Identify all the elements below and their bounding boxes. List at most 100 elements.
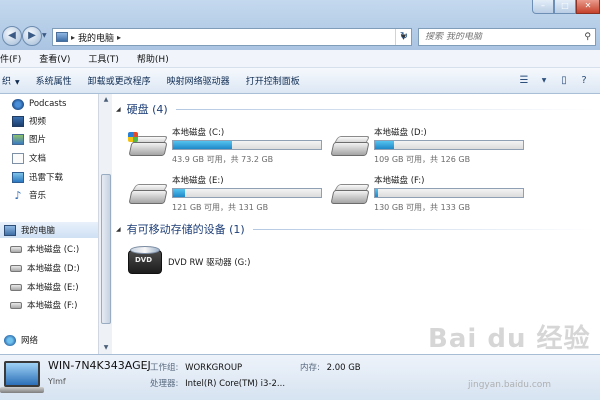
cpu-label: 处理器: bbox=[150, 379, 179, 389]
network-icon bbox=[4, 334, 16, 346]
chevron-right-icon[interactable]: ▸ bbox=[117, 33, 121, 42]
back-button[interactable]: ◀ bbox=[2, 26, 22, 46]
collapse-triangle-icon[interactable]: ◢ bbox=[116, 226, 121, 233]
hard-drive-icon bbox=[128, 184, 169, 206]
video-icon bbox=[12, 115, 24, 127]
baidu-watermark-logo: Bai du 经验 bbox=[428, 324, 591, 354]
search-input[interactable] bbox=[419, 32, 569, 42]
search-icon[interactable]: ⚲ bbox=[584, 32, 591, 42]
content-pane: ◢ 硬盘 (4) 本地磁盘 (C:) 43.9 GB 可用，共 73.2 GB … bbox=[112, 94, 600, 354]
dvd-icon-text: DVD bbox=[135, 256, 153, 264]
drive-free-space: 109 GB 可用，共 126 GB bbox=[374, 155, 471, 164]
breadcrumb-computer[interactable]: 我的电脑 bbox=[78, 31, 114, 44]
group-title: 硬盘 (4) bbox=[126, 103, 168, 116]
nav-item-podcasts[interactable]: Podcasts bbox=[0, 96, 98, 112]
details-pane: WIN-7N4K343AGEJ Ylmf 工作组: WORKGROUP 内存: … bbox=[0, 354, 600, 400]
nav-scrollbar[interactable]: ▲ ▼ bbox=[98, 94, 112, 354]
drive-free-space: 43.9 GB 可用，共 73.2 GB bbox=[172, 155, 274, 164]
refresh-icon[interactable]: ↻ bbox=[396, 29, 412, 45]
picture-icon bbox=[12, 133, 24, 145]
keyboard-icon bbox=[0, 387, 44, 393]
hard-drive-icon bbox=[128, 132, 169, 158]
address-bar[interactable]: ▸ 我的电脑 ▸ ▼ bbox=[52, 28, 412, 46]
minimize-icon: – bbox=[541, 1, 545, 10]
chevron-right-icon[interactable]: ▸ bbox=[71, 33, 75, 42]
disc-icon bbox=[130, 246, 160, 254]
drive-dvd[interactable]: DVD DVD RW 驱动器 (G:) bbox=[128, 246, 328, 278]
nav-item-label: 网络 bbox=[21, 336, 39, 346]
document-icon bbox=[12, 152, 24, 164]
minimize-button[interactable]: – bbox=[532, 0, 554, 14]
nav-item-videos[interactable]: 视频 bbox=[0, 113, 98, 129]
drive-name: 本地磁盘 (D:) bbox=[374, 128, 427, 138]
drive-name: DVD RW 驱动器 (G:) bbox=[168, 258, 251, 268]
view-options-icon[interactable]: ☰ bbox=[518, 75, 530, 87]
nav-item-downloads[interactable]: 迅雷下载 bbox=[0, 169, 98, 185]
view-dropdown-icon[interactable]: ▼ bbox=[538, 75, 550, 87]
hard-drive-icon bbox=[10, 283, 22, 291]
memory-label: 内存: bbox=[300, 363, 320, 373]
nav-item-label: Podcasts bbox=[29, 99, 67, 109]
recent-pages-dropdown[interactable]: ▼ bbox=[42, 32, 47, 39]
drive-c[interactable]: 本地磁盘 (C:) 43.9 GB 可用，共 73.2 GB bbox=[128, 124, 328, 168]
scroll-down-icon[interactable]: ▼ bbox=[101, 344, 111, 351]
close-button[interactable]: ✕ bbox=[576, 0, 600, 14]
nav-item-music[interactable]: ♪ 音乐 bbox=[0, 187, 98, 203]
title-bar: – □ ✕ ◀ ▶ ▼ ▸ 我的电脑 ▸ ▼ ↻ ⚲ bbox=[0, 0, 600, 50]
nav-item-label: 文档 bbox=[29, 154, 47, 164]
windows-logo-icon bbox=[128, 132, 138, 142]
chevron-down-icon: ▼ bbox=[15, 79, 20, 86]
system-properties-button[interactable]: 系统属性 bbox=[28, 74, 80, 87]
forward-arrow-icon: ▶ bbox=[28, 30, 36, 41]
menu-tools[interactable]: 工具(T) bbox=[79, 52, 128, 65]
drive-usage-fill bbox=[173, 141, 233, 149]
group-header-removable[interactable]: ◢ 有可移动存储的设备 (1) bbox=[116, 220, 596, 238]
nav-item-label: 我的电脑 bbox=[21, 226, 56, 236]
nav-item-network[interactable]: 网络 bbox=[0, 332, 98, 348]
menu-view[interactable]: 查看(V) bbox=[30, 52, 79, 65]
back-arrow-icon: ◀ bbox=[8, 30, 16, 41]
preview-pane-icon[interactable]: ▯ bbox=[558, 75, 570, 87]
nav-item-label: 本地磁盘 (C:) bbox=[27, 245, 80, 255]
drive-d[interactable]: 本地磁盘 (D:) 109 GB 可用，共 126 GB bbox=[330, 124, 530, 168]
scroll-thumb[interactable] bbox=[101, 174, 111, 324]
search-box[interactable]: ⚲ bbox=[418, 28, 596, 46]
map-network-drive-button[interactable]: 映射网络驱动器 bbox=[159, 74, 238, 87]
scroll-up-icon[interactable]: ▲ bbox=[101, 96, 111, 103]
organize-label: 织 bbox=[2, 77, 12, 87]
organize-button[interactable]: 织 ▼ bbox=[0, 74, 28, 87]
drive-name: 本地磁盘 (E:) bbox=[172, 176, 224, 186]
music-icon: ♪ bbox=[14, 188, 22, 202]
nav-item-drive-e[interactable]: 本地磁盘 (E:) bbox=[0, 279, 98, 295]
drive-f[interactable]: 本地磁盘 (F:) 130 GB 可用，共 133 GB bbox=[330, 172, 530, 216]
open-control-panel-button[interactable]: 打开控制面板 bbox=[238, 74, 308, 87]
nav-item-label: 本地磁盘 (E:) bbox=[27, 283, 79, 293]
maximize-button[interactable]: □ bbox=[554, 0, 576, 14]
nav-item-computer[interactable]: 我的电脑 bbox=[0, 222, 98, 238]
drive-free-space: 130 GB 可用，共 133 GB bbox=[374, 203, 471, 212]
hard-drive-icon bbox=[330, 184, 371, 206]
drive-usage-bar bbox=[374, 140, 524, 150]
menu-file[interactable]: 件(F) bbox=[0, 52, 30, 65]
memory-info: 内存: 2.00 GB bbox=[300, 361, 361, 373]
computer-icon bbox=[56, 32, 68, 42]
download-icon bbox=[12, 171, 24, 183]
menu-help[interactable]: 帮助(H) bbox=[128, 52, 178, 65]
workgroup-label: 工作组: bbox=[150, 363, 179, 373]
drive-name: 本地磁盘 (F:) bbox=[374, 176, 425, 186]
nav-item-documents[interactable]: 文档 bbox=[0, 150, 98, 166]
workgroup-value: WORKGROUP bbox=[185, 363, 243, 373]
nav-item-drive-f[interactable]: 本地磁盘 (F:) bbox=[0, 297, 98, 313]
collapse-triangle-icon[interactable]: ◢ bbox=[116, 106, 121, 113]
nav-item-drive-c[interactable]: 本地磁盘 (C:) bbox=[0, 241, 98, 257]
drive-name: 本地磁盘 (C:) bbox=[172, 128, 225, 138]
close-icon: ✕ bbox=[584, 1, 592, 10]
uninstall-program-button[interactable]: 卸载或更改程序 bbox=[80, 74, 159, 87]
forward-button[interactable]: ▶ bbox=[22, 26, 42, 46]
group-header-hdd[interactable]: ◢ 硬盘 (4) bbox=[116, 100, 596, 118]
nav-item-drive-d[interactable]: 本地磁盘 (D:) bbox=[0, 260, 98, 276]
drive-e[interactable]: 本地磁盘 (E:) 121 GB 可用，共 131 GB bbox=[128, 172, 328, 216]
help-icon[interactable]: ? bbox=[578, 75, 590, 87]
nav-item-pictures[interactable]: 图片 bbox=[0, 131, 98, 147]
nav-item-label: 迅雷下载 bbox=[29, 173, 64, 183]
